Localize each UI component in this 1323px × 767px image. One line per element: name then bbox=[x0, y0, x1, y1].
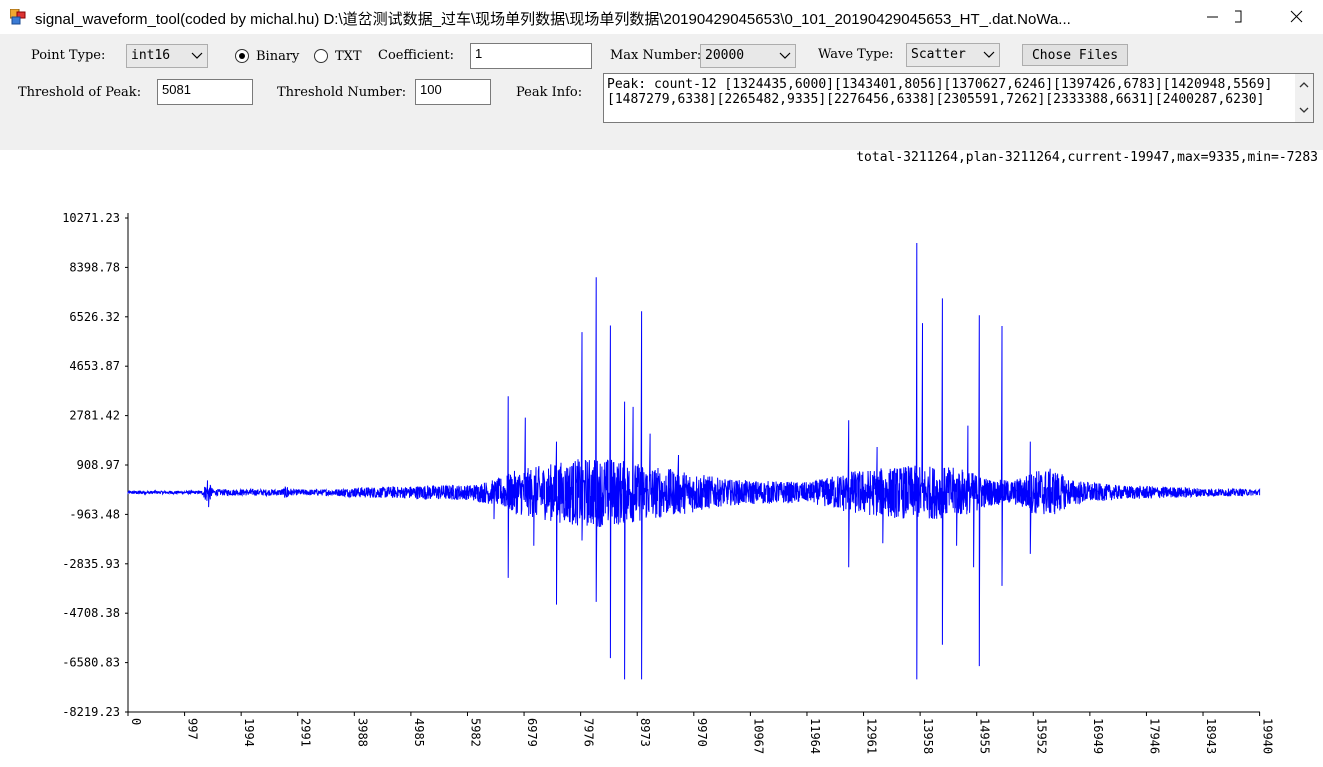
x-tick-label: 6979 bbox=[525, 718, 539, 747]
x-tick-label: 17946 bbox=[1147, 718, 1161, 754]
chose-files-button[interactable]: Chose Files bbox=[1022, 44, 1128, 66]
wave-type-label: Wave Type: bbox=[818, 47, 894, 62]
x-tick-label: 5982 bbox=[468, 718, 482, 747]
y-tick-label: 6526.32 bbox=[69, 310, 120, 324]
y-tick-label: 10271.23 bbox=[62, 211, 120, 225]
minimize-icon bbox=[1207, 16, 1218, 18]
x-tick-label: 8973 bbox=[638, 718, 652, 747]
peak-info-line: Peak: count-12 [1324435,6000][1343401,80… bbox=[607, 77, 1273, 92]
x-tick-label: 4985 bbox=[412, 718, 426, 747]
x-tick-label: 9970 bbox=[695, 718, 709, 747]
y-tick-label: -963.48 bbox=[69, 507, 120, 521]
peak-info-scrollbar[interactable] bbox=[1295, 74, 1313, 122]
close-button[interactable] bbox=[1277, 0, 1323, 34]
coefficient-label: Coefficient: bbox=[378, 48, 454, 63]
y-tick-label: 908.97 bbox=[77, 458, 120, 472]
x-tick-label: 3988 bbox=[355, 718, 369, 747]
x-tick-label: 2991 bbox=[299, 718, 313, 747]
threshold-number-input[interactable]: 100 bbox=[415, 79, 491, 105]
binary-label: Binary bbox=[256, 49, 300, 64]
x-tick-label: 15952 bbox=[1034, 718, 1048, 754]
txt-label: TXT bbox=[335, 49, 362, 64]
x-tick-label: 16949 bbox=[1091, 718, 1105, 754]
scroll-arrows-icon bbox=[1299, 82, 1309, 113]
y-tick-label: 2781.42 bbox=[69, 409, 120, 423]
x-tick-label: 7976 bbox=[582, 718, 596, 747]
wave-type-select[interactable]: Scatter bbox=[906, 43, 1000, 67]
x-tick-label: 997 bbox=[186, 718, 200, 740]
x-tick-label: 11964 bbox=[808, 718, 822, 754]
chevron-down-icon bbox=[779, 52, 791, 59]
chevron-down-icon bbox=[983, 51, 995, 58]
wave-type-value: Scatter bbox=[911, 47, 966, 62]
peak-info-line: [1487279,6338][2265482,9335][2276456,633… bbox=[607, 92, 1265, 107]
maximize-button[interactable] bbox=[1229, 0, 1281, 34]
y-tick-label: 4653.87 bbox=[69, 359, 120, 373]
x-tick-label: 10967 bbox=[751, 718, 765, 754]
maximize-icon bbox=[1229, 10, 1242, 23]
y-tick-label: -4708.38 bbox=[62, 606, 120, 620]
waveform-series bbox=[127, 242, 1261, 680]
x-tick-label: 13958 bbox=[921, 718, 935, 754]
max-number-label: Max Number: bbox=[610, 48, 702, 63]
minimize-button[interactable] bbox=[1189, 0, 1235, 34]
y-tick-label: -2835.93 bbox=[62, 557, 120, 571]
threshold-peak-label: Threshold of Peak: bbox=[18, 85, 142, 100]
point-type-select[interactable]: int16 bbox=[126, 44, 208, 68]
x-tick-label: 12961 bbox=[865, 718, 879, 754]
y-tick-label: -8219.23 bbox=[62, 705, 120, 719]
x-tick-label: 0 bbox=[129, 718, 143, 725]
point-type-value: int16 bbox=[131, 48, 171, 63]
threshold-peak-input[interactable]: 5081 bbox=[157, 79, 253, 105]
x-tick-label: 19940 bbox=[1261, 718, 1275, 754]
max-number-select[interactable]: 20000 bbox=[700, 44, 796, 68]
close-icon bbox=[1290, 10, 1303, 23]
max-number-value: 20000 bbox=[705, 48, 745, 63]
txt-radio[interactable] bbox=[314, 49, 328, 63]
point-type-label: Point Type: bbox=[31, 48, 106, 63]
window-title: signal_waveform_tool(coded by michal.hu)… bbox=[35, 11, 1071, 28]
stats-readout: total-3211264,plan-3211264,current-19947… bbox=[856, 150, 1318, 165]
peak-info-textarea[interactable]: Peak: count-12 [1324435,6000][1343401,80… bbox=[603, 73, 1314, 123]
chevron-down-icon bbox=[191, 52, 203, 59]
x-tick-label: 18943 bbox=[1204, 718, 1218, 754]
title-bar: signal_waveform_tool(coded by michal.hu)… bbox=[0, 0, 1323, 34]
coefficient-input[interactable]: 1 bbox=[470, 43, 592, 69]
x-tick-label: 1994 bbox=[242, 718, 256, 747]
binary-radio[interactable] bbox=[235, 49, 249, 63]
y-tick-label: -6580.83 bbox=[62, 656, 120, 670]
x-tick-label: 14955 bbox=[978, 718, 992, 754]
y-tick-label: 8398.78 bbox=[69, 260, 120, 274]
app-icon bbox=[10, 9, 26, 25]
waveform-chart: 10271.23 8398.78 6526.32 4653.87 2781.42 908.… bbox=[62, 211, 1275, 754]
threshold-number-label: Threshold Number: bbox=[277, 85, 407, 100]
peak-info-label: Peak Info: bbox=[516, 85, 583, 100]
